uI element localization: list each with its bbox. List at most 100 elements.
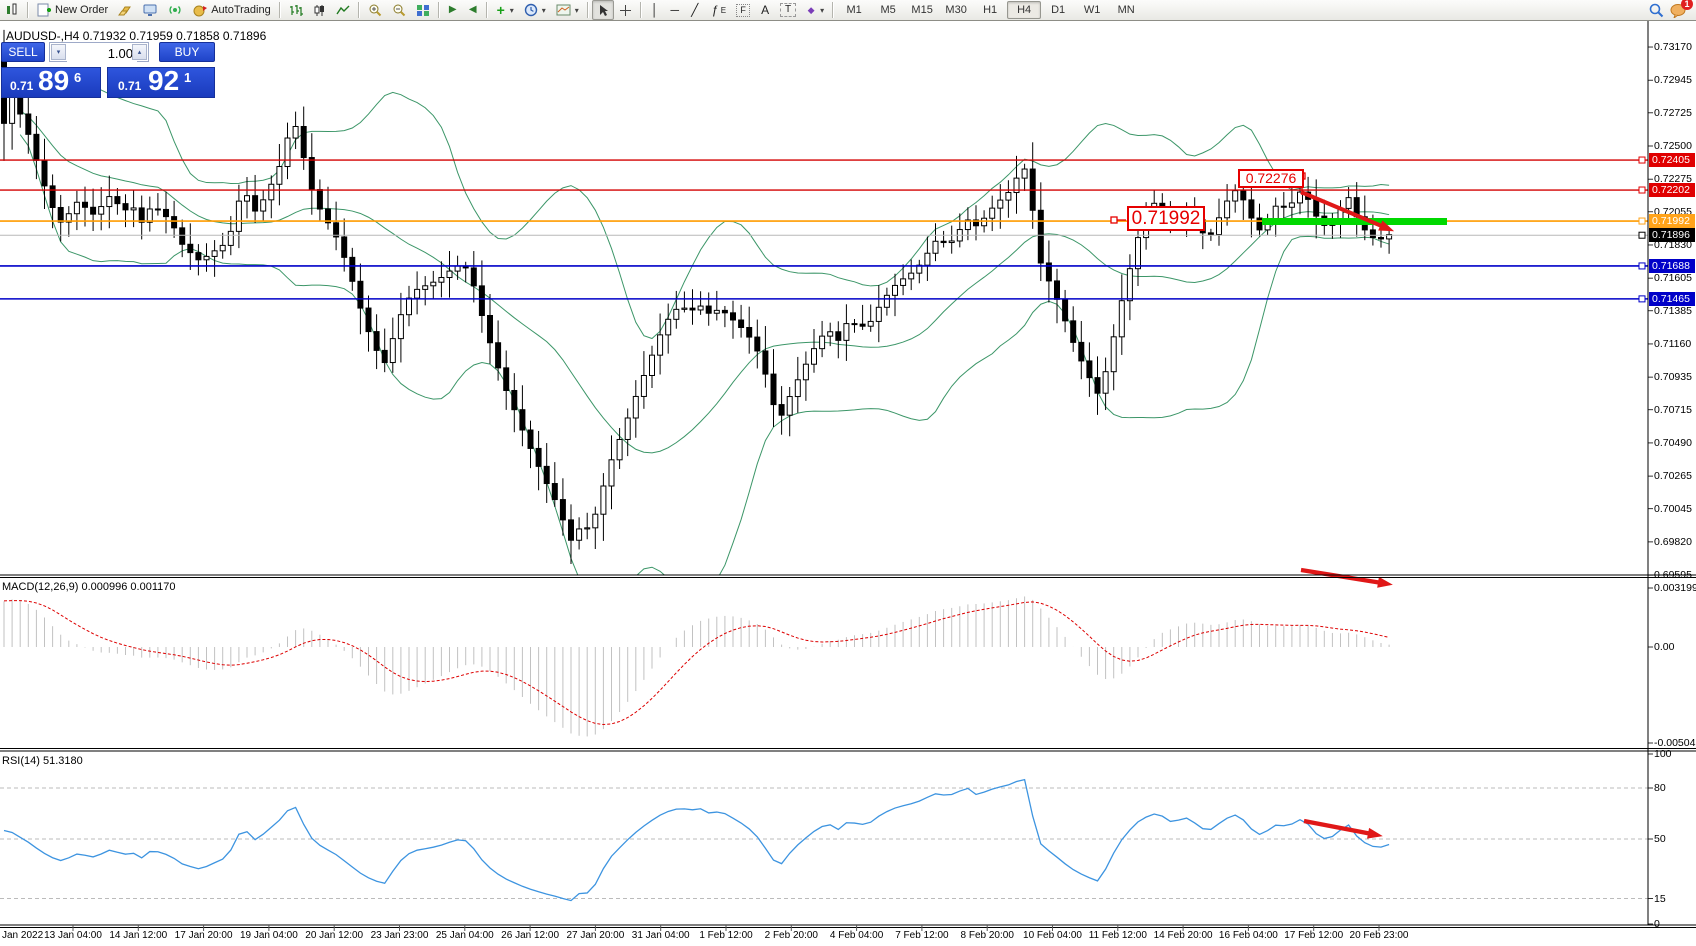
crosshair-button[interactable]: [614, 0, 637, 20]
fibonacci-channel-button[interactable]: F: [731, 0, 755, 20]
chart-high-value: 0.71959: [129, 29, 172, 43]
tile-windows-button[interactable]: [411, 0, 435, 20]
indicators-button[interactable]: + ▾: [491, 0, 519, 20]
candlestick-series: [2, 30, 1392, 564]
toolbar-separator: [27, 2, 29, 18]
tile-windows-icon: [416, 4, 430, 17]
terminal-icon: [143, 4, 158, 17]
toolbar-separator: [438, 2, 440, 18]
rsi-label: RSI(14) 51.3180: [2, 755, 83, 767]
auto-scroll-button[interactable]: ▶: [443, 0, 463, 20]
timeframe-mn[interactable]: MN: [1109, 1, 1143, 19]
support-highlight-bar[interactable]: [1262, 218, 1447, 225]
auto-scroll-icon: ▶: [448, 1, 458, 19]
text-label-icon: T: [780, 3, 796, 17]
bar-chart-button[interactable]: [284, 0, 308, 20]
chart-shift-icon: ◀: [468, 1, 478, 19]
volume-decrease-button[interactable]: ▾: [51, 44, 66, 60]
notification-count-badge: 1: [1681, 0, 1693, 10]
buy-button[interactable]: BUY: [159, 42, 215, 62]
timeframe-toolbar: M1M5M15M30H1H4D1W1MN: [837, 1, 1143, 19]
volume-increase-button[interactable]: ▴: [132, 44, 147, 60]
autotrading-button[interactable]: AutoTrading: [188, 0, 276, 20]
candlestick-chart-icon: [313, 4, 326, 17]
toolbar-separator: [486, 2, 488, 18]
text-label-button[interactable]: T: [775, 0, 801, 20]
fibonacci-button[interactable]: ƒE: [705, 0, 731, 20]
timeframe-m30[interactable]: M30: [939, 1, 973, 19]
symbol-chart-icon-button[interactable]: [0, 0, 24, 20]
candlestick-chart-button[interactable]: [308, 0, 331, 20]
rsi-value: 51.3180: [43, 755, 83, 767]
timeframe-m5[interactable]: M5: [871, 1, 905, 19]
line-chart-button[interactable]: [331, 0, 355, 20]
crosshair-icon: [619, 4, 632, 17]
periods-button[interactable]: ▾: [519, 0, 551, 20]
sell-button[interactable]: SELL: [1, 42, 45, 62]
zoom-in-button[interactable]: [363, 0, 387, 20]
timeframe-h4[interactable]: H4: [1007, 1, 1041, 19]
clock-icon: [524, 3, 538, 17]
volume-input[interactable]: [67, 43, 137, 63]
toolbar-right-group: 1: [1648, 2, 1696, 18]
timeframe-h1[interactable]: H1: [973, 1, 1007, 19]
indicators-add-icon: +: [496, 1, 506, 19]
cursor-button[interactable]: [592, 0, 614, 20]
chart-canvas[interactable]: [0, 0, 1696, 946]
rsi-indicator: [0, 780, 1648, 901]
new-order-icon: [37, 3, 52, 18]
bar-chart-icon: [289, 4, 303, 17]
text-icon: A: [760, 1, 770, 19]
timeframe-d1[interactable]: D1: [1041, 1, 1075, 19]
main-toolbar: New Order AutoTrading: [0, 0, 1696, 21]
sell-price-sup: 6: [74, 70, 81, 85]
macd-name: MACD(12,26,9): [2, 581, 78, 593]
timeframe-w1[interactable]: W1: [1075, 1, 1109, 19]
sell-price-box[interactable]: 0.71 89 6: [1, 67, 101, 98]
buy-price-box[interactable]: 0.71 92 1: [107, 67, 215, 98]
chart-open-value: 0.71932: [83, 29, 126, 43]
macd-indicator: [4, 596, 1389, 736]
toolbar-separator: [279, 2, 281, 18]
timeframe-m15[interactable]: M15: [905, 1, 939, 19]
template-icon: [556, 4, 571, 16]
trend-arrow[interactable]: [1301, 570, 1382, 583]
trendline-button[interactable]: ╱: [685, 0, 705, 20]
sell-price-big: 89: [38, 65, 69, 97]
chart-close-value: 0.71896: [223, 29, 266, 43]
toolbar-separator: [587, 2, 589, 18]
templates-button[interactable]: ▾: [551, 0, 584, 20]
signals-button[interactable]: [163, 0, 188, 20]
horizontal-line-button[interactable]: ─: [665, 0, 685, 20]
vertical-line-icon: │: [650, 1, 660, 19]
vertical-line-button[interactable]: │: [645, 0, 665, 20]
one-click-trading-panel: SELL ▾ ▴ BUY 0.71 89 6 0.71 92 1: [1, 42, 215, 98]
terminal-button[interactable]: [138, 0, 163, 20]
fibonacci-channel-icon: F: [736, 4, 750, 17]
volume-stepper: ▾ ▴: [49, 42, 149, 62]
mt4-window: New Order AutoTrading: [0, 0, 1696, 946]
chart-shift-button[interactable]: ◀: [463, 0, 483, 20]
trendline-icon: ╱: [690, 1, 700, 19]
text-button[interactable]: A: [755, 0, 775, 20]
search-icon[interactable]: [1648, 2, 1664, 18]
macd-label: MACD(12,26,9) 0.000996 0.001170: [2, 581, 175, 593]
toolbar-separator: [832, 2, 834, 18]
buy-price-sup: 1: [184, 70, 191, 85]
zoom-out-button[interactable]: [387, 0, 411, 20]
notification-bubble-icon[interactable]: 1: [1670, 2, 1688, 18]
timeframe-m1[interactable]: M1: [837, 1, 871, 19]
cursor-icon: [597, 4, 609, 17]
arrows-button[interactable]: ◆ ▾: [801, 0, 829, 20]
gold-chart-button[interactable]: [113, 0, 138, 20]
autotrading-label: AutoTrading: [211, 4, 271, 16]
chevron-down-icon: ▾: [542, 6, 546, 15]
buy-price-big: 92: [148, 65, 179, 97]
chart-low-value: 0.71858: [176, 29, 219, 43]
new-order-label: New Order: [55, 4, 108, 16]
arrows-icon: ◆: [806, 1, 816, 19]
bollinger-bands: [20, 69, 1389, 609]
fibonacci-sub-label: E: [721, 6, 726, 15]
autotrading-icon: [193, 4, 208, 17]
new-order-button[interactable]: New Order: [32, 0, 113, 20]
